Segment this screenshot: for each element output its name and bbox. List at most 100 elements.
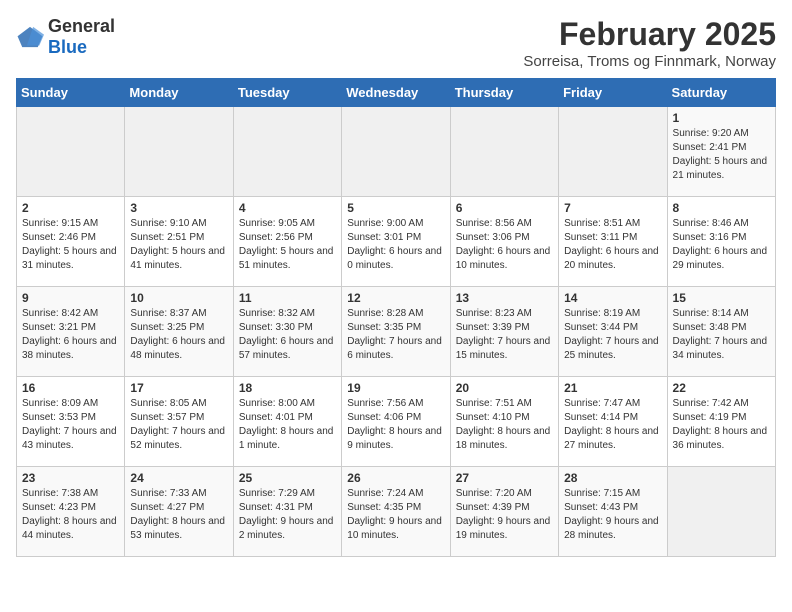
day-number: 23 — [22, 471, 119, 485]
day-number: 5 — [347, 201, 444, 215]
day-info: Sunrise: 9:05 AM Sunset: 2:56 PM Dayligh… — [239, 217, 336, 273]
day-info: Sunrise: 8:46 AM Sunset: 3:16 PM Dayligh… — [673, 217, 770, 273]
day-number: 16 — [22, 381, 119, 395]
day-number: 3 — [130, 201, 227, 215]
day-info: Sunrise: 8:51 AM Sunset: 3:11 PM Dayligh… — [564, 217, 661, 273]
calendar-cell: 18 Sunrise: 8:00 AM Sunset: 4:01 PM Dayli… — [233, 377, 341, 467]
day-info: Sunrise: 8:00 AM Sunset: 4:01 PM Dayligh… — [239, 397, 336, 453]
calendar-cell: 2 Sunrise: 9:15 AM Sunset: 2:46 PM Daylig… — [17, 197, 125, 287]
calendar-cell: 5 Sunrise: 9:00 AM Sunset: 3:01 PM Daylig… — [342, 197, 450, 287]
day-number: 9 — [22, 291, 119, 305]
calendar-cell: 28 Sunrise: 7:15 AM Sunset: 4:43 PM Dayli… — [559, 467, 667, 557]
day-number: 12 — [347, 291, 444, 305]
calendar-cell: 19Sunrise: 7:56 AM Sunset: 4:06 PM Dayli… — [342, 377, 450, 467]
logo: General Blue — [16, 16, 115, 58]
calendar-cell: 9 Sunrise: 8:42 AM Sunset: 3:21 PM Daylig… — [17, 287, 125, 377]
day-info: Sunrise: 9:10 AM Sunset: 2:51 PM Dayligh… — [130, 217, 227, 273]
day-info: Sunrise: 9:00 AM Sunset: 3:01 PM Dayligh… — [347, 217, 444, 273]
day-number: 15 — [673, 291, 770, 305]
week-row-3: 9 Sunrise: 8:42 AM Sunset: 3:21 PM Daylig… — [17, 287, 776, 377]
logo-text: General Blue — [48, 16, 115, 58]
day-number: 1 — [673, 111, 770, 125]
day-info: Sunrise: 9:15 AM Sunset: 2:46 PM Dayligh… — [22, 217, 119, 273]
day-number: 14 — [564, 291, 661, 305]
day-info: Sunrise: 7:29 AM Sunset: 4:31 PM Dayligh… — [239, 487, 336, 543]
day-number: 10 — [130, 291, 227, 305]
calendar-cell: 21 Sunrise: 7:47 AM Sunset: 4:14 PM Dayli… — [559, 377, 667, 467]
day-info: Sunrise: 8:56 AM Sunset: 3:06 PM Dayligh… — [456, 217, 553, 273]
day-info: Sunrise: 7:20 AM Sunset: 4:39 PM Dayligh… — [456, 487, 553, 543]
calendar-cell — [342, 107, 450, 197]
day-info: Sunrise: 8:19 AM Sunset: 3:44 PM Dayligh… — [564, 307, 661, 363]
calendar-cell: 16 Sunrise: 8:09 AM Sunset: 3:53 PM Dayli… — [17, 377, 125, 467]
day-number: 20 — [456, 381, 553, 395]
calendar-cell — [450, 107, 558, 197]
day-number: 8 — [673, 201, 770, 215]
calendar-cell — [125, 107, 233, 197]
day-number: 11 — [239, 291, 336, 305]
day-number: 6 — [456, 201, 553, 215]
calendar-cell: 27Sunrise: 7:20 AM Sunset: 4:39 PM Dayli… — [450, 467, 558, 557]
calendar-cell — [559, 107, 667, 197]
day-number: 28 — [564, 471, 661, 485]
week-row-4: 16 Sunrise: 8:09 AM Sunset: 3:53 PM Dayli… — [17, 377, 776, 467]
day-info: Sunrise: 8:14 AM Sunset: 3:48 PM Dayligh… — [673, 307, 770, 363]
calendar-cell: 17 Sunrise: 8:05 AM Sunset: 3:57 PM Dayli… — [125, 377, 233, 467]
day-info: Sunrise: 7:38 AM Sunset: 4:23 PM Dayligh… — [22, 487, 119, 543]
calendar-cell — [17, 107, 125, 197]
week-row-2: 2 Sunrise: 9:15 AM Sunset: 2:46 PM Daylig… — [17, 197, 776, 287]
day-info: Sunrise: 7:24 AM Sunset: 4:35 PM Dayligh… — [347, 487, 444, 543]
calendar-title: February 2025 — [523, 16, 776, 53]
calendar-cell: 6 Sunrise: 8:56 AM Sunset: 3:06 PM Daylig… — [450, 197, 558, 287]
day-info: Sunrise: 8:28 AM Sunset: 3:35 PM Dayligh… — [347, 307, 444, 363]
logo-icon — [16, 25, 44, 49]
header-wednesday: Wednesday — [342, 79, 450, 107]
calendar-table: SundayMondayTuesdayWednesdayThursdayFrid… — [16, 78, 776, 557]
day-info: Sunrise: 7:51 AM Sunset: 4:10 PM Dayligh… — [456, 397, 553, 453]
day-info: Sunrise: 7:47 AM Sunset: 4:14 PM Dayligh… — [564, 397, 661, 453]
day-number: 25 — [239, 471, 336, 485]
calendar-cell: 14 Sunrise: 8:19 AM Sunset: 3:44 PM Dayli… — [559, 287, 667, 377]
title-area: February 2025 Sorreisa, Troms og Finnmar… — [523, 16, 776, 70]
day-number: 2 — [22, 201, 119, 215]
header-friday: Friday — [559, 79, 667, 107]
header-saturday: Saturday — [667, 79, 775, 107]
header: General Blue February 2025 Sorreisa, Tro… — [16, 16, 776, 70]
day-info: Sunrise: 7:42 AM Sunset: 4:19 PM Dayligh… — [673, 397, 770, 453]
day-info: Sunrise: 8:23 AM Sunset: 3:39 PM Dayligh… — [456, 307, 553, 363]
calendar-cell: 12 Sunrise: 8:28 AM Sunset: 3:35 PM Dayli… — [342, 287, 450, 377]
day-number: 18 — [239, 381, 336, 395]
day-number: 21 — [564, 381, 661, 395]
calendar-cell — [233, 107, 341, 197]
calendar-cell: 13Sunrise: 8:23 AM Sunset: 3:39 PM Dayli… — [450, 287, 558, 377]
day-info: Sunrise: 8:05 AM Sunset: 3:57 PM Dayligh… — [130, 397, 227, 453]
header-sunday: Sunday — [17, 79, 125, 107]
calendar-cell: 15 Sunrise: 8:14 AM Sunset: 3:48 PM Dayli… — [667, 287, 775, 377]
calendar-cell: 23 Sunrise: 7:38 AM Sunset: 4:23 PM Dayli… — [17, 467, 125, 557]
day-info: Sunrise: 8:32 AM Sunset: 3:30 PM Dayligh… — [239, 307, 336, 363]
calendar-cell — [667, 467, 775, 557]
day-info: Sunrise: 8:09 AM Sunset: 3:53 PM Dayligh… — [22, 397, 119, 453]
calendar-cell: 26 Sunrise: 7:24 AM Sunset: 4:35 PM Dayli… — [342, 467, 450, 557]
header-thursday: Thursday — [450, 79, 558, 107]
calendar-cell: 11 Sunrise: 8:32 AM Sunset: 3:30 PM Dayli… — [233, 287, 341, 377]
header-tuesday: Tuesday — [233, 79, 341, 107]
logo-blue: Blue — [48, 37, 87, 57]
calendar-header-row: SundayMondayTuesdayWednesdayThursdayFrid… — [17, 79, 776, 107]
day-number: 17 — [130, 381, 227, 395]
calendar-cell: 1 Sunrise: 9:20 AM Sunset: 2:41 PM Daylig… — [667, 107, 775, 197]
calendar-cell: 22 Sunrise: 7:42 AM Sunset: 4:19 PM Dayli… — [667, 377, 775, 467]
calendar-cell: 25 Sunrise: 7:29 AM Sunset: 4:31 PM Dayli… — [233, 467, 341, 557]
calendar-cell: 20 Sunrise: 7:51 AM Sunset: 4:10 PM Dayli… — [450, 377, 558, 467]
logo-general: General — [48, 16, 115, 36]
day-info: Sunrise: 7:15 AM Sunset: 4:43 PM Dayligh… — [564, 487, 661, 543]
calendar-cell: 8 Sunrise: 8:46 AM Sunset: 3:16 PM Daylig… — [667, 197, 775, 287]
day-info: Sunrise: 9:20 AM Sunset: 2:41 PM Dayligh… — [673, 127, 770, 183]
day-info: Sunrise: 8:42 AM Sunset: 3:21 PM Dayligh… — [22, 307, 119, 363]
calendar-cell: 3 Sunrise: 9:10 AM Sunset: 2:51 PM Daylig… — [125, 197, 233, 287]
day-number: 22 — [673, 381, 770, 395]
day-number: 26 — [347, 471, 444, 485]
calendar-cell: 4Sunrise: 9:05 AM Sunset: 2:56 PM Daylig… — [233, 197, 341, 287]
day-number: 7 — [564, 201, 661, 215]
calendar-cell: 10Sunrise: 8:37 AM Sunset: 3:25 PM Dayli… — [125, 287, 233, 377]
